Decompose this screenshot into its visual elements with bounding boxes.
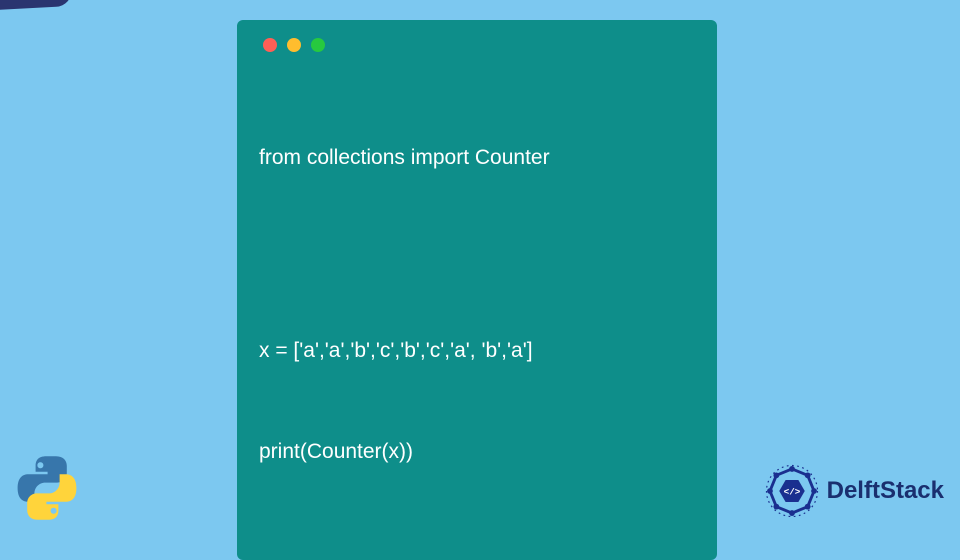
code-line-3: print(Counter(x)): [259, 435, 695, 469]
minimize-icon: [287, 38, 301, 52]
delftstack-brand-text: DelftStack: [827, 477, 944, 505]
code-blank-line: [259, 242, 695, 267]
code-line-1: from collections import Counter: [259, 141, 695, 175]
window-controls: [263, 38, 695, 52]
code-line-2: x = ['a','a','b','c','b','c','a', 'b','a…: [259, 334, 695, 368]
top-accent-decoration: [0, 0, 72, 10]
delftstack-logo: </> DelftStack: [763, 462, 944, 520]
python-logo-icon: [14, 455, 80, 526]
maximize-icon: [311, 38, 325, 52]
code-block: from collections import Counter x = ['a'…: [259, 74, 695, 536]
delftstack-badge-icon: </>: [763, 462, 821, 520]
svg-text:</>: </>: [783, 486, 800, 497]
close-icon: [263, 38, 277, 52]
code-window: from collections import Counter x = ['a'…: [237, 20, 717, 560]
